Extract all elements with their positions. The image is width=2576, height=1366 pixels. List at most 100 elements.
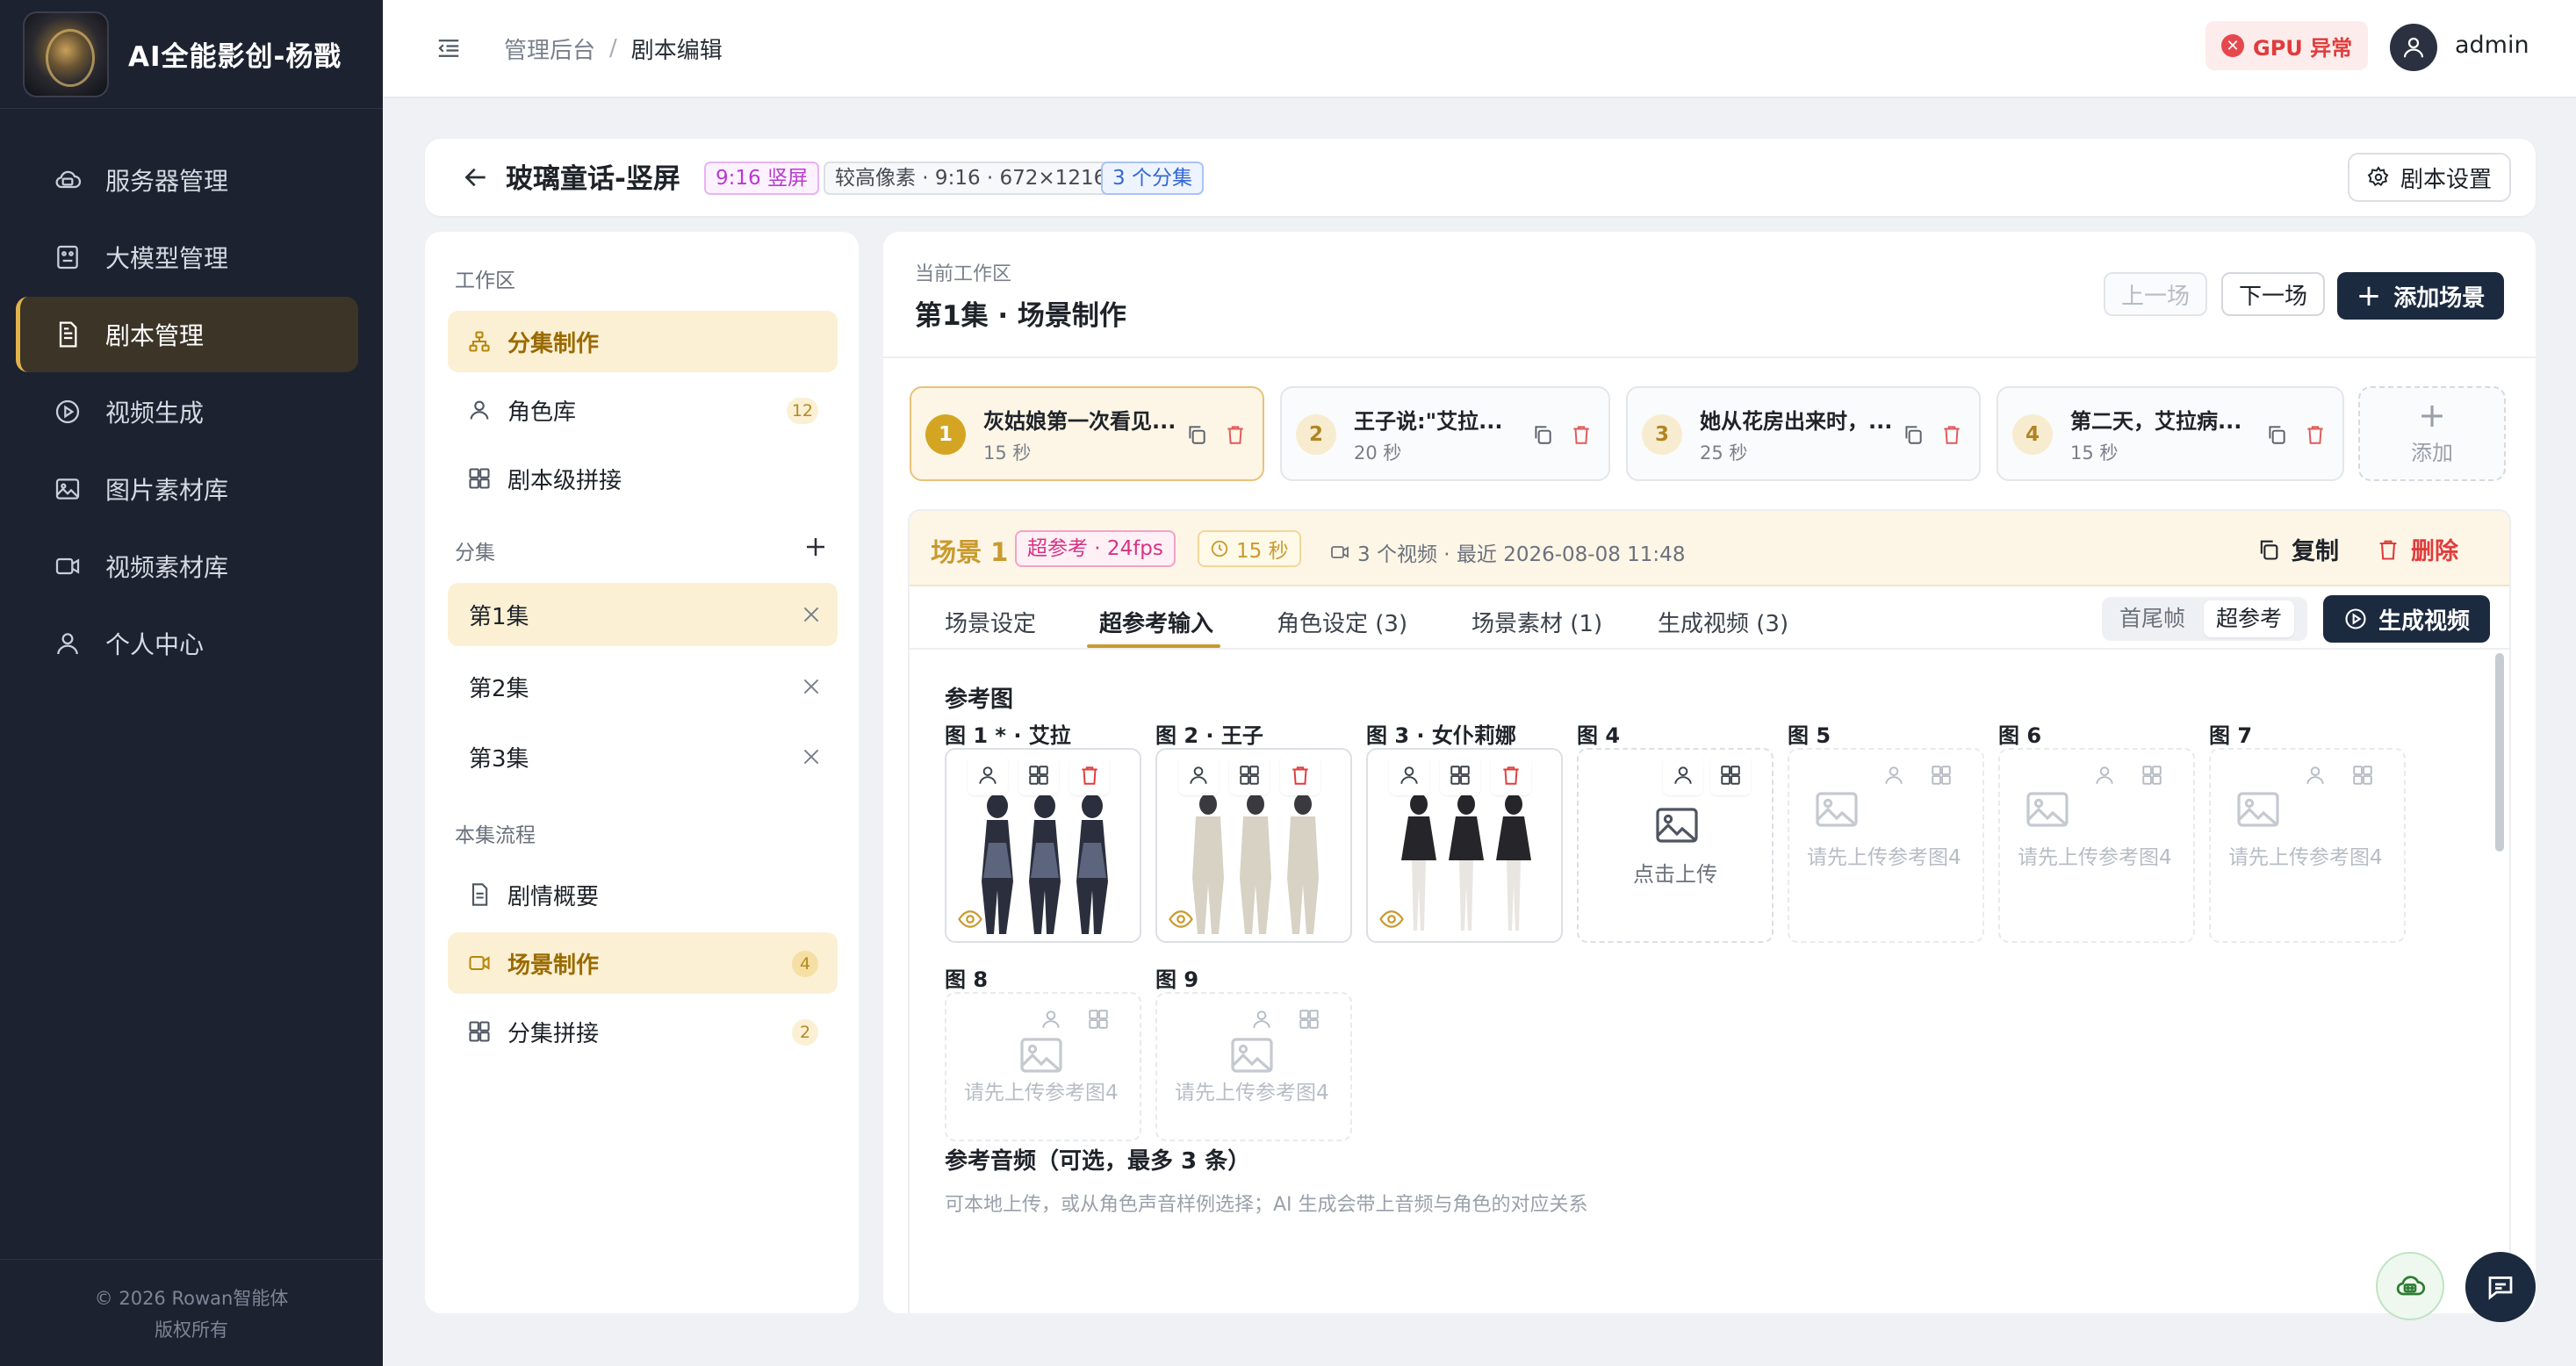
scene-card-2[interactable]: 2 王子说:"艾拉... 20 秒 (1280, 386, 1610, 481)
grid-button[interactable] (1229, 755, 1270, 795)
character-link-button[interactable] (2295, 755, 2335, 795)
script-header: 玻璃童话-竖屏 9:16 竖屏 较高像素 · 9:16 · 672×1216 3… (425, 139, 2536, 216)
mode-first-last-frame[interactable]: 首尾帧 (2107, 600, 2198, 637)
image-placeholder-icon (2237, 792, 2279, 827)
grid-button[interactable] (1018, 755, 1059, 795)
add-scene-button[interactable]: + 添加场景 (2337, 272, 2504, 320)
image-icon (53, 474, 83, 504)
settings-label: 剧本设置 (2400, 166, 2492, 193)
user-icon (2306, 766, 2324, 784)
character-link-button[interactable] (968, 755, 1008, 795)
image-placeholder-icon (1816, 792, 1858, 827)
trash-icon[interactable] (1940, 423, 1963, 446)
character-link-button[interactable] (1874, 755, 1914, 795)
character-link-button[interactable] (2084, 755, 2125, 795)
ref-label-2: 图 2 · 王子 (1155, 723, 1263, 748)
generate-video-button[interactable]: 生成视频 (2323, 595, 2490, 643)
character-link-button[interactable] (1178, 755, 1219, 795)
grid-button[interactable] (1440, 755, 1480, 795)
episode-item-3[interactable]: 第3集 (448, 725, 838, 788)
episode-item-1[interactable]: 第1集 (448, 583, 838, 646)
nav-item-server[interactable]: 服务器管理 (16, 142, 358, 218)
flow-item-scene-production[interactable]: 场景制作 4 (448, 932, 838, 994)
back-arrow-icon[interactable] (460, 162, 492, 193)
tab-generated-videos[interactable]: 生成视频 (3) (1658, 606, 1788, 638)
trash-icon (1503, 766, 1519, 785)
delete-image-button[interactable] (1491, 755, 1531, 795)
close-icon[interactable] (799, 674, 824, 699)
chat-button[interactable] (2465, 1252, 2536, 1322)
workspace-item-episode-production[interactable]: 分集制作 (448, 311, 838, 372)
breadcrumb-home[interactable]: 管理后台 (504, 32, 595, 65)
flow-item-synopsis[interactable]: 剧情概要 (448, 864, 838, 925)
scene-number: 4 (2012, 414, 2053, 455)
next-scene-button[interactable]: 下一场 (2221, 272, 2326, 316)
ref-upload-4[interactable]: 点击上传 (1577, 748, 1774, 943)
eye-icon[interactable] (1378, 906, 1405, 932)
delete-scene-button[interactable]: 删除 (2376, 532, 2458, 566)
tab-character-settings[interactable]: 角色设定 (3) (1277, 606, 1407, 638)
assistant-robot-button[interactable] (2376, 1252, 2444, 1320)
delete-image-button[interactable] (1069, 755, 1110, 795)
copy-icon[interactable] (2265, 423, 2288, 446)
grid-button[interactable] (1710, 755, 1751, 795)
character-link-button[interactable] (1389, 755, 1429, 795)
tab-super-reference[interactable]: 超参考输入 (1099, 606, 1213, 638)
flow-item-episode-merge[interactable]: 分集拼接 2 (448, 1001, 838, 1062)
nav-item-video-gen[interactable]: 视频生成 (16, 374, 358, 449)
ref-image-1[interactable] (945, 748, 1141, 943)
scene-card-4[interactable]: 4 第二天，艾拉病... 15 秒 (1997, 386, 2344, 481)
character-link-button[interactable] (1031, 999, 1071, 1039)
tab-scene-assets[interactable]: 场景素材 (1) (1471, 606, 1602, 638)
copy-scene-button[interactable]: 复制 (2256, 532, 2339, 566)
gpu-status-badge[interactable]: ✕ GPU 异常 (2205, 21, 2369, 70)
nav-item-image-library[interactable]: 图片素材库 (16, 451, 358, 527)
upload-text: 点击上传 (1633, 862, 1717, 887)
character-link-button[interactable] (1663, 755, 1703, 795)
workspace-title: 工作区 (455, 270, 515, 292)
trash-icon[interactable] (1570, 423, 1593, 446)
scene-card-1[interactable]: 1 灰姑娘第一次看见... 15 秒 (910, 386, 1264, 481)
copy-icon[interactable] (1185, 423, 1208, 446)
grid-button[interactable] (1289, 999, 1329, 1039)
ref-image-3[interactable] (1366, 748, 1563, 943)
delete-image-button[interactable] (1280, 755, 1320, 795)
avatar[interactable] (2390, 24, 2437, 71)
nav-item-video-library[interactable]: 视频素材库 (16, 528, 358, 604)
add-scene-card[interactable]: + 添加 (2358, 386, 2506, 481)
ref-image-2[interactable] (1155, 748, 1352, 943)
nav-item-model[interactable]: 大模型管理 (16, 219, 358, 295)
close-icon[interactable] (799, 744, 824, 769)
scene-card-3[interactable]: 3 她从花房出来时，... 25 秒 (1626, 386, 1981, 481)
trash-icon[interactable] (1224, 423, 1247, 446)
workspace-item-characters[interactable]: 角色库 12 (448, 379, 838, 441)
mode-super-reference[interactable]: 超参考 (2204, 600, 2295, 637)
nav-item-script[interactable]: 剧本管理 (16, 297, 358, 372)
grid-button[interactable] (1078, 999, 1119, 1039)
eye-icon[interactable] (957, 906, 983, 932)
copy-icon[interactable] (1531, 423, 1554, 446)
prev-scene-button[interactable]: 上一场 (2104, 272, 2208, 316)
tab-scene-settings[interactable]: 场景设定 (945, 606, 1036, 638)
trash-icon[interactable] (2304, 423, 2327, 446)
ref-placeholder-6: 请先上传参考图4 (1998, 748, 2195, 943)
scene-title: 场景 1 (931, 537, 1009, 567)
nav-item-profile[interactable]: 个人中心 (16, 606, 358, 681)
script-settings-button[interactable]: 剧本设置 (2347, 153, 2511, 202)
user-name[interactable]: admin (2455, 32, 2529, 59)
character-link-button[interactable] (1241, 999, 1282, 1039)
scrollbar[interactable] (2495, 653, 2504, 852)
nav-label: 图片素材库 (105, 476, 229, 505)
close-icon[interactable] (799, 602, 824, 627)
copy-icon[interactable] (1902, 423, 1925, 446)
play-circle-icon (53, 397, 83, 427)
workspace-item-script-merge[interactable]: 剧本级拼接 (448, 448, 838, 509)
grid-button[interactable] (2132, 755, 2172, 795)
grid-button[interactable] (2342, 755, 2383, 795)
grid-button[interactable] (1921, 755, 1961, 795)
add-episode-plus-icon[interactable] (802, 534, 829, 560)
menu-fold-icon[interactable] (435, 35, 462, 61)
eye-icon[interactable] (1168, 906, 1194, 932)
episode-item-2[interactable]: 第2集 (448, 655, 838, 718)
episodes-title: 分集 (455, 542, 495, 564)
